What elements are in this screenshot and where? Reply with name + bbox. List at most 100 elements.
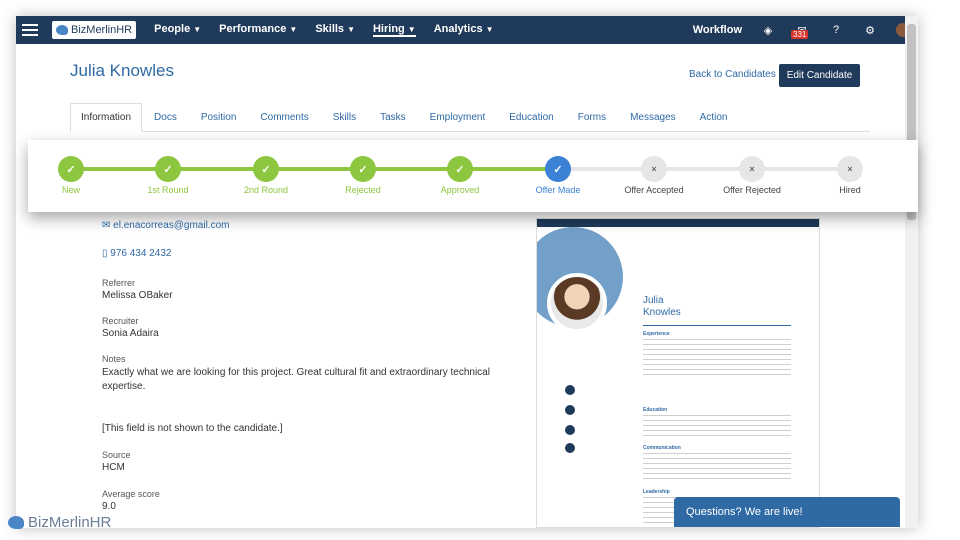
- menu-people[interactable]: People ▼: [154, 23, 201, 37]
- chevron-down-icon: ▼: [407, 25, 416, 34]
- stage-2nd-round-label: 2nd Round: [243, 185, 289, 195]
- menu-skills[interactable]: Skills ▼: [315, 23, 355, 37]
- stage-offer-accepted-node[interactable]: ×: [641, 156, 667, 182]
- pipeline-progress-line: [70, 167, 560, 171]
- resume-text-block: [643, 415, 791, 437]
- phone-icon: [565, 405, 575, 415]
- stage-2nd-round-node[interactable]: ✓: [253, 156, 279, 182]
- bird-logo-icon: [8, 516, 24, 529]
- hiring-pipeline-stepper: ✓ New ✓ 1st Round ✓ 2nd Round ✓ Rejected…: [28, 140, 918, 212]
- resume-name: Julia Knowles: [643, 295, 681, 319]
- stage-offer-rejected-label: Offer Rejected: [723, 185, 781, 195]
- app-window: BizMerlinHR People ▼ Performance ▼ Skills ▼…: [16, 16, 918, 528]
- tab-forms[interactable]: Forms: [566, 112, 618, 131]
- stage-approved-node[interactable]: ✓: [447, 156, 473, 182]
- bird-logo-icon: [56, 25, 68, 35]
- stage-approved-label: Approved: [440, 185, 480, 195]
- tab-comments[interactable]: Comments: [248, 112, 320, 131]
- stage-offer-rejected-node[interactable]: ×: [739, 156, 765, 182]
- menu-performance-label: Performance: [219, 23, 287, 35]
- resume-divider: [643, 325, 791, 326]
- chevron-down-icon: ▼: [485, 25, 494, 34]
- recruiter-value: Sonia Adaira: [102, 328, 159, 339]
- resume-section-experience: Experience: [643, 331, 670, 337]
- stage-new-label: New: [61, 185, 80, 195]
- candidate-tabs: Information Docs Position Comments Skill…: [70, 102, 870, 132]
- candidate-name-title: Julia Knowles: [70, 61, 174, 80]
- notes-value: Exactly what we are looking for this pro…: [102, 367, 490, 392]
- tab-messages[interactable]: Messages: [618, 112, 688, 131]
- stage-rejected-node[interactable]: ✓: [350, 156, 376, 182]
- menu-people-label: People: [154, 23, 191, 35]
- edit-candidate-button[interactable]: Edit Candidate: [779, 64, 860, 87]
- recruiter-label: Recruiter: [102, 316, 139, 326]
- watermark-text: BizMerlinHR: [28, 514, 112, 531]
- tab-employment[interactable]: Employment: [418, 112, 498, 131]
- menu-hiring-label: Hiring: [372, 23, 405, 35]
- tab-position[interactable]: Position: [189, 112, 249, 131]
- workflow-link[interactable]: Workflow: [693, 24, 742, 36]
- resume-section-communication: Communication: [643, 445, 681, 451]
- stage-offer-made-label: Offer Made: [535, 185, 581, 195]
- email-icon: [565, 425, 575, 435]
- tab-skills[interactable]: Skills: [321, 112, 368, 131]
- resume-text-block: [643, 339, 791, 379]
- app-logo[interactable]: BizMerlinHR: [52, 21, 137, 39]
- mail-count-badge: 331: [791, 30, 809, 39]
- stage-offer-accepted-label: Offer Accepted: [624, 185, 684, 195]
- menu-skills-label: Skills: [315, 23, 345, 35]
- menu-performance[interactable]: Performance ▼: [219, 23, 297, 37]
- layers-icon[interactable]: ◈: [760, 22, 776, 38]
- chevron-down-icon: ▼: [289, 25, 298, 34]
- email-text: el.enacorreas@gmail.com: [113, 220, 230, 231]
- navbar-right: Workflow ◈ ✉331 ? ⚙: [693, 22, 918, 39]
- referrer-value: Melissa OBaker: [102, 290, 173, 301]
- main-menu: People ▼ Performance ▼ Skills ▼ Hiring ▼ Ana…: [154, 23, 494, 37]
- screenshot-stage: BizMerlinHR People ▼ Performance ▼ Skills ▼…: [0, 0, 960, 540]
- menu-hiring[interactable]: Hiring ▼: [372, 23, 416, 37]
- hidden-field-note: [This field is not shown to the candidat…: [102, 423, 283, 434]
- tab-information[interactable]: Information: [70, 103, 143, 132]
- logo-text: BizMerlinHR: [71, 24, 133, 36]
- phone-link[interactable]: ▯ 976 434 2432: [102, 248, 171, 259]
- help-icon[interactable]: ?: [828, 22, 844, 38]
- resume-top-bar: [537, 219, 819, 227]
- source-value: HCM: [102, 462, 125, 473]
- stage-hired-node[interactable]: ×: [837, 156, 863, 182]
- tab-education[interactable]: Education: [497, 112, 565, 131]
- hamburger-menu-icon[interactable]: [16, 16, 44, 44]
- resume-text-block: [643, 453, 791, 483]
- stage-1st-round-label: 1st Round: [147, 185, 189, 195]
- stage-1st-round-node[interactable]: ✓: [155, 156, 181, 182]
- chevron-down-icon: ▼: [347, 25, 355, 34]
- stage-rejected-label: Rejected: [345, 185, 381, 195]
- resume-first-name: Julia: [643, 295, 664, 306]
- tab-docs[interactable]: Docs: [142, 112, 189, 131]
- resume-preview[interactable]: Julia Knowles Experience Education Commu…: [536, 218, 820, 528]
- notes-label: Notes: [102, 354, 126, 364]
- email-link[interactable]: ✉ el.enacorreas@gmail.com: [102, 220, 229, 231]
- tab-tasks[interactable]: Tasks: [368, 112, 418, 131]
- average-score-value: 9.0: [102, 501, 116, 512]
- chevron-down-icon: ▼: [193, 25, 202, 34]
- stage-offer-made-node[interactable]: ✓: [545, 156, 571, 182]
- stage-new-node[interactable]: ✓: [58, 156, 84, 182]
- source-label: Source: [102, 450, 131, 460]
- live-chat-widget[interactable]: Questions? We are live!: [674, 497, 900, 527]
- candidate-photo: [547, 273, 607, 333]
- resume-section-education: Education: [643, 407, 668, 413]
- location-icon: [565, 385, 575, 395]
- pipeline-remaining-line: [560, 167, 850, 171]
- menu-analytics[interactable]: Analytics ▼: [434, 23, 494, 37]
- resume-section-leadership: Leadership: [643, 489, 670, 495]
- mail-icon[interactable]: ✉331: [791, 22, 810, 39]
- phone-text: 976 434 2432: [110, 248, 172, 259]
- stage-hired-label: Hired: [839, 185, 861, 195]
- tab-action[interactable]: Action: [688, 112, 740, 131]
- average-score-label: Average score: [102, 489, 160, 499]
- back-to-candidates-link[interactable]: Back to Candidates: [689, 69, 776, 80]
- resume-last-name: Knowles: [643, 307, 681, 318]
- menu-analytics-label: Analytics: [433, 23, 483, 35]
- gear-icon[interactable]: ⚙: [862, 22, 878, 38]
- top-navbar: BizMerlinHR People ▼ Performance ▼ Skills ▼…: [16, 16, 918, 44]
